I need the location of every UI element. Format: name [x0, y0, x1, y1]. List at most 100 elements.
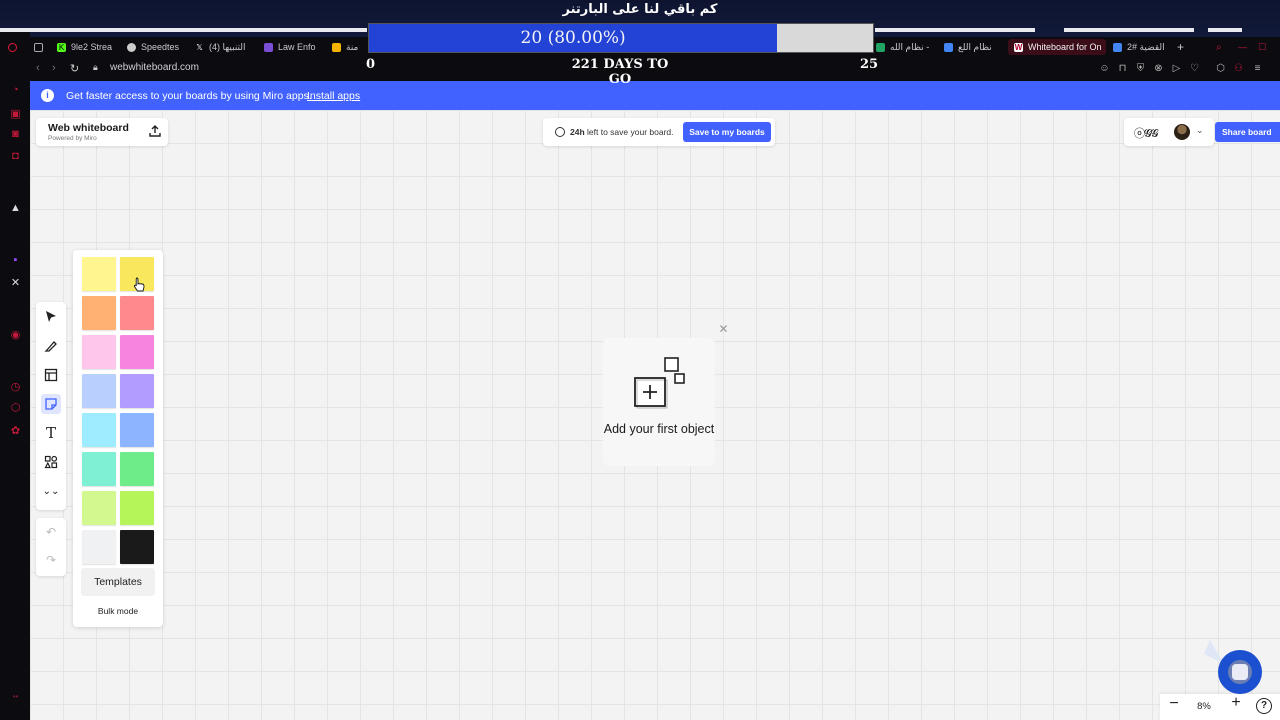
undo-button[interactable]: ↶ — [41, 522, 61, 542]
zoom-in-button[interactable]: + — [1226, 694, 1246, 712]
slides-icon — [332, 42, 341, 52]
tab-slides[interactable]: منة — [332, 39, 366, 55]
add-first-object-card[interactable]: Add your first object — [603, 338, 715, 466]
export-icon[interactable] — [148, 124, 162, 138]
aria-icon[interactable]: ◔ — [9, 84, 22, 97]
bag-icon[interactable]: ▣ — [9, 108, 22, 121]
sticky-color-swatch[interactable] — [120, 335, 154, 369]
templates-button[interactable]: Templates — [81, 568, 155, 596]
x-icon: 𝕏 — [196, 42, 203, 52]
chevron-double-down-icon: ⌄⌄ — [42, 485, 60, 497]
maximize-icon[interactable]: ☐ — [1258, 39, 1268, 55]
sticky-color-swatch[interactable] — [82, 452, 116, 486]
select-tool[interactable] — [41, 307, 61, 327]
twitch-icon[interactable]: ▪ — [9, 254, 22, 267]
creation-toolbar: T ⌄⌄ — [36, 302, 66, 510]
zoom-level[interactable]: 8% — [1194, 701, 1214, 712]
banner-message: Get faster access to your boards by usin… — [66, 90, 312, 102]
sticky-color-swatch[interactable] — [82, 296, 116, 330]
extensions-icon[interactable]: ⬡ — [9, 402, 22, 415]
arc-icon[interactable]: ▲ — [9, 202, 22, 215]
chevron-down-icon[interactable]: ⌄ — [1196, 125, 1204, 136]
tab-law-enforcement[interactable]: Law Enfo — [264, 39, 318, 55]
forward-icon[interactable]: › — [52, 62, 56, 74]
settings-icon[interactable]: ✿ — [9, 425, 22, 438]
new-tab-button[interactable]: + — [1177, 39, 1189, 55]
frame-tool[interactable] — [41, 365, 61, 385]
text-tool[interactable]: T — [41, 423, 61, 443]
save-to-my-boards-button[interactable]: Save to my boards — [683, 122, 771, 142]
sticky-color-swatch[interactable] — [82, 491, 116, 525]
shield-icon[interactable]: ⛨ — [1135, 63, 1146, 74]
reactions-icon[interactable]: ⓞ𝓖𝓖 — [1134, 125, 1158, 141]
overlay-strip — [1208, 28, 1242, 32]
miro-icon: W — [1014, 42, 1023, 52]
sticky-color-swatch[interactable] — [120, 491, 154, 525]
lock-icon: 🔒︎ — [93, 62, 98, 72]
share-board-button[interactable]: Share board — [1215, 122, 1280, 142]
gmail-icon[interactable]: ◘ — [9, 150, 22, 163]
days-to-go: 221 DAYS TO GO — [571, 57, 669, 87]
tab-docs[interactable]: نظام اللع — [944, 39, 1000, 55]
sticky-color-swatch[interactable] — [82, 335, 116, 369]
reload-icon[interactable]: ↻ — [70, 62, 79, 75]
tab-kick[interactable]: K 9le2 Strea — [57, 39, 113, 55]
board-title[interactable]: Web whiteboard — [48, 122, 129, 134]
add-object-icon — [634, 357, 685, 409]
form-icon — [264, 42, 273, 52]
sticky-color-swatch[interactable] — [120, 296, 154, 330]
tab-whiteboard-active[interactable]: W Whiteboard for On — [1008, 39, 1106, 55]
play-icon[interactable]: ▷ — [1171, 63, 1182, 74]
tab-x-notifications[interactable]: 𝕏 (4) التنبيها — [195, 39, 251, 55]
cursor-arrow-icon — [46, 311, 56, 322]
goal-target-count: 25 — [860, 57, 879, 72]
shapes-tool[interactable] — [41, 452, 61, 472]
back-icon[interactable]: ‹ — [36, 62, 40, 74]
opera-menu-icon[interactable] — [8, 39, 17, 55]
sticky-color-swatch[interactable] — [82, 257, 116, 291]
drive-icon — [876, 42, 885, 52]
goal-start-count: 0 — [366, 57, 376, 72]
install-apps-link[interactable]: Install apps — [307, 90, 360, 102]
block-icon[interactable]: ⊗ — [1153, 63, 1164, 74]
x-icon[interactable]: ✕ — [9, 277, 22, 290]
menu-icon[interactable]: ≡ — [1252, 63, 1263, 74]
screen: كم باقي لنا على البارتنر 20 (80.00%) 0 2… — [0, 0, 1280, 720]
sticky-color-swatch[interactable] — [82, 374, 116, 408]
close-icon[interactable]: ✕ — [717, 323, 730, 336]
more-tools-button[interactable]: ⌄⌄ — [41, 481, 61, 501]
sticky-color-swatch[interactable] — [120, 530, 154, 564]
tab-speedtest[interactable]: Speedtes — [127, 39, 179, 55]
help-icon[interactable]: ? — [1256, 698, 1272, 714]
player-icon[interactable]: ◉ — [9, 329, 22, 342]
tab-overview-icon[interactable] — [34, 39, 43, 55]
add-first-object-label: Add your first object — [603, 422, 715, 436]
minimize-icon[interactable]: — — [1238, 39, 1248, 55]
tab-docs-2[interactable]: القضية #2 — [1113, 39, 1169, 55]
profile-icon[interactable]: ⚇ — [1233, 63, 1244, 74]
emoji-icon[interactable]: ☺ — [1099, 63, 1110, 74]
save-message: left to save your board. — [584, 127, 674, 137]
sticky-color-swatch[interactable] — [120, 413, 154, 447]
history-icon[interactable]: ◷ — [9, 381, 22, 394]
heart-icon[interactable]: ♡ — [1189, 63, 1200, 74]
sticky-color-swatch[interactable] — [82, 413, 116, 447]
tab-drive[interactable]: نظام الله - — [876, 39, 932, 55]
pin-icon[interactable]: ⊓ — [1117, 63, 1128, 74]
pen-tool[interactable] — [41, 336, 61, 356]
avatar[interactable] — [1174, 124, 1190, 140]
puzzle-icon[interactable]: ⬡ — [1215, 63, 1226, 74]
url-field[interactable]: webwhiteboard.com — [110, 62, 199, 73]
browser-sidebar: ◔ ▣ ◙ ◘ ▲ ▪ ✕ ◉ ◷ ⬡ ✿ •• — [0, 32, 30, 720]
sticky-color-swatch[interactable] — [120, 452, 154, 486]
zoom-out-button[interactable]: − — [1164, 695, 1184, 713]
save-board-card: 24h left to save your board. Save to my … — [543, 118, 775, 146]
more-icon[interactable]: •• — [9, 690, 22, 703]
sticky-color-swatch[interactable] — [120, 374, 154, 408]
bulk-mode-button[interactable]: Bulk mode — [73, 606, 163, 616]
sticky-color-swatch[interactable] — [82, 530, 116, 564]
search-tabs-icon[interactable]: ⌕ — [1216, 39, 1226, 55]
redo-button[interactable]: ↷ — [41, 550, 61, 570]
messenger-icon[interactable]: ◙ — [9, 128, 22, 141]
sticky-note-tool[interactable] — [41, 394, 61, 414]
